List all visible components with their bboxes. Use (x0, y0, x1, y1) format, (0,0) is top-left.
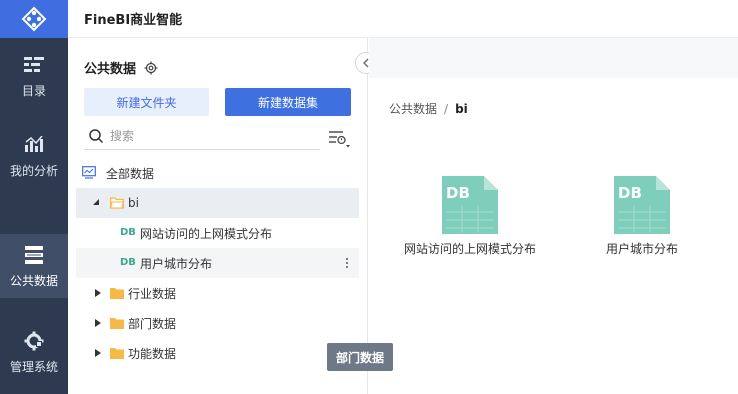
tree-folder-bi[interactable]: bi (76, 188, 359, 218)
tree-item-label: bi (128, 196, 139, 210)
app-logo[interactable] (0, 0, 68, 38)
nav-item-admin[interactable]: 管理系统 (0, 320, 68, 384)
db-document-icon: DB (614, 176, 670, 234)
db-document-icon: DB (442, 176, 498, 234)
app-title: FineBI商业智能 (84, 13, 183, 28)
tree-item-label: 用户城市分布 (140, 256, 213, 271)
nav-label: 管理系统 (9, 359, 58, 374)
tree-dataset-user-city[interactable]: DB 用户城市分布 (76, 248, 359, 278)
caret-right-icon[interactable] (94, 289, 102, 297)
db-dataset-icon: DB (120, 227, 136, 238)
panel-header: 公共数据 (84, 58, 158, 77)
folder-icon (110, 288, 124, 299)
tree-folder-function[interactable]: 功能数据 (76, 338, 359, 368)
caret-right-icon[interactable] (94, 319, 102, 327)
tree-folder-department[interactable]: 部门数据 (76, 308, 359, 338)
tree-item-label: 功能数据 (128, 346, 177, 361)
dashboard-monitor-icon (82, 166, 96, 179)
sort-filter-icon[interactable] (327, 128, 351, 150)
settings-gear-icon[interactable] (144, 61, 158, 75)
catalog-icon (23, 54, 45, 76)
nav-item-catalog[interactable]: 目录 (0, 44, 68, 108)
db-icon-text: DB (446, 184, 470, 202)
logo-icon (21, 6, 47, 32)
nav-label: 目录 (21, 83, 46, 98)
data-tree: 全部数据 bi DB 网站访问的上网模式分布 DB 用户城市分布 行业数据 部门… (76, 158, 359, 368)
data-tree-panel: 公共数据 新建文件夹 新建数据集 搜索 全部数据 bi DB 网站访问的上网模式… (68, 38, 368, 394)
breadcrumb-separator: / (444, 101, 449, 116)
gear-admin-icon (23, 330, 45, 352)
new-folder-button[interactable]: 新建文件夹 (84, 88, 209, 116)
top-bar: FineBI商业智能 (68, 0, 738, 38)
folder-icon (110, 318, 124, 329)
tree-folder-industry[interactable]: 行业数据 (76, 278, 359, 308)
tree-item-label: 行业数据 (128, 286, 177, 301)
tooltip: 部门数据 (327, 343, 393, 371)
db-icon-text: DB (618, 184, 642, 202)
folder-icon (110, 348, 124, 359)
search-box (84, 122, 320, 150)
tree-item-all-data[interactable]: 全部数据 (76, 158, 359, 188)
tree-item-label: 网站访问的上网模式分布 (140, 226, 273, 241)
caret-down-icon[interactable] (92, 199, 100, 207)
folder-open-icon (110, 197, 124, 209)
breadcrumb: 公共数据 / bi (389, 100, 468, 117)
caret-right-icon[interactable] (94, 349, 102, 357)
dataset-card-label: 网站访问的上网模式分布 (403, 242, 536, 256)
dataset-card-label: 用户城市分布 (605, 242, 678, 256)
left-nav-rail: 目录 我的分析 公共数据 管理系统 (0, 0, 68, 394)
search-input[interactable] (110, 128, 310, 143)
public-data-icon (23, 244, 45, 266)
nav-item-public-data[interactable]: 公共数据 (0, 234, 68, 298)
more-options-icon[interactable] (345, 256, 349, 270)
nav-item-my-analysis[interactable]: 我的分析 (0, 124, 68, 188)
new-dataset-button[interactable]: 新建数据集 (225, 88, 351, 116)
nav-label: 我的分析 (9, 163, 58, 178)
dataset-card-user-city[interactable]: DB 用户城市分布 (567, 176, 717, 257)
breadcrumb-current: bi (455, 101, 468, 116)
tree-item-label: 全部数据 (106, 166, 155, 181)
search-icon (89, 128, 104, 143)
dataset-card-site-access[interactable]: DB 网站访问的上网模式分布 (395, 176, 545, 257)
tree-dataset-site-access[interactable]: DB 网站访问的上网模式分布 (76, 218, 359, 248)
main-toolbar-band (369, 38, 738, 78)
db-dataset-icon: DB (120, 257, 136, 268)
nav-label: 公共数据 (9, 273, 58, 288)
panel-title: 公共数据 (84, 62, 137, 77)
app-window: 目录 我的分析 公共数据 管理系统 FineBI商业智能 公共数据 新建文件夹 … (0, 0, 738, 394)
analysis-chart-icon (23, 134, 45, 156)
tree-item-label: 部门数据 (128, 316, 177, 331)
breadcrumb-root[interactable]: 公共数据 (389, 100, 437, 117)
